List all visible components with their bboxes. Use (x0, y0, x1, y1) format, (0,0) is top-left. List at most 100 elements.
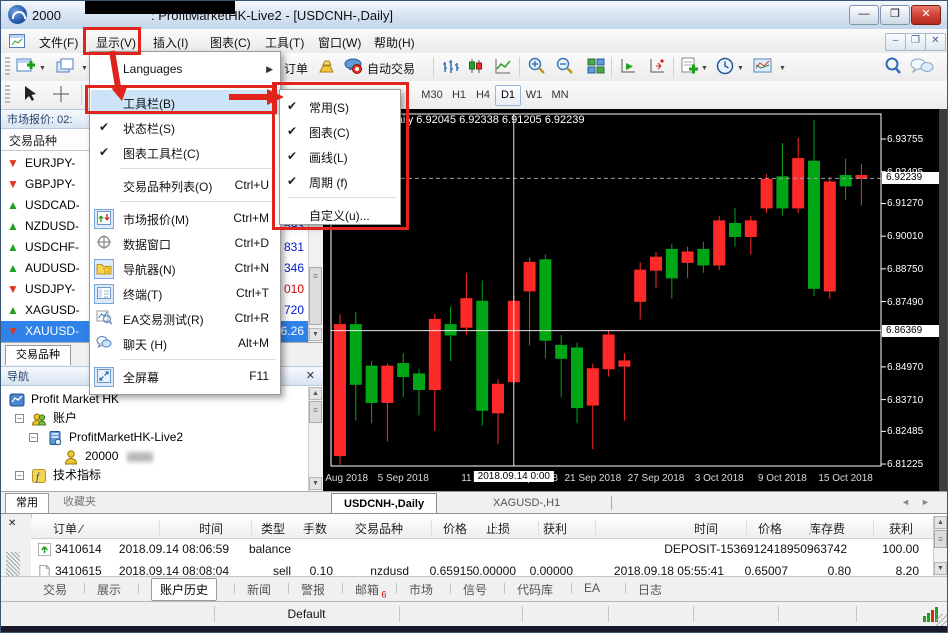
timeframe-H4[interactable]: H4 (471, 85, 495, 106)
zoom-in-icon[interactable] (527, 56, 549, 78)
terminal-tab-6[interactable]: 邮箱 6 (355, 581, 387, 599)
history-row-2[interactable]: 34106152018.09.14 08:08:04sell0.10nzdusd… (31, 561, 933, 576)
view-menu-item-c[interactable]: ✔图表工具栏(C) (91, 140, 279, 165)
templates-dropdown[interactable]: ▼ (779, 65, 786, 72)
chart-window[interactable]: USDCNH-,Daily 6.92045 6.92338 6.91205 6.… (323, 109, 948, 491)
scroll-down-button[interactable]: ▼ (934, 562, 947, 575)
tree-item-2[interactable]: –账户 (1, 409, 301, 428)
terminal-tab-10[interactable]: EA (584, 581, 600, 595)
profiles-icon[interactable] (55, 56, 77, 78)
view-menu-item-n[interactable]: 导航器(N)Ctrl+N (91, 256, 279, 281)
navigator-tab-favorites[interactable]: 收藏夹 (53, 493, 106, 512)
scroll-thumb[interactable] (309, 267, 322, 325)
profiles-dropdown[interactable]: ▼ (81, 65, 88, 72)
history-row-1[interactable]: 34106142018.09.14 08:06:59balanceDEPOSIT… (31, 539, 933, 562)
crosshair-icon[interactable] (51, 84, 73, 106)
periods-icon[interactable] (715, 56, 737, 78)
menubar-item-4[interactable]: 图表(C) (205, 32, 256, 53)
auto-scroll-icon[interactable] (618, 56, 640, 78)
tab-symbols[interactable]: 交易品种 (5, 345, 71, 365)
column-header-9[interactable]: 时间 (694, 520, 718, 537)
column-header-12[interactable]: 获利 (889, 520, 913, 537)
column-header-8[interactable]: 获利 (543, 520, 567, 537)
tile-windows-icon[interactable] (586, 56, 608, 78)
tree-item-3[interactable]: –ProfitMarketHK-Live2 (1, 428, 301, 447)
scroll-up-button[interactable]: ▲ (934, 516, 947, 529)
child-close-button[interactable]: ✕ (925, 33, 946, 51)
column-header-5[interactable]: 交易品种 (355, 520, 403, 537)
view-menu-item-m[interactable]: 市场报价(M)Ctrl+M (91, 206, 279, 231)
terminal-tab-2[interactable]: 展示 (97, 581, 121, 598)
bar-chart-icon[interactable] (441, 56, 463, 78)
scroll-up-button[interactable]: ▲ (309, 387, 322, 400)
scroll-thumb[interactable] (309, 401, 322, 423)
navigator-tab-common[interactable]: 常用 (5, 493, 49, 513)
line-chart-icon[interactable] (493, 56, 515, 78)
terminal-close-icon[interactable]: ✕ (8, 518, 16, 529)
navigator-scrollbar[interactable]: ▲ ▼ (308, 387, 323, 491)
terminal-tab-7[interactable]: 市场 (409, 581, 433, 598)
add-indicator-icon[interactable] (680, 56, 702, 78)
scroll-down-button[interactable]: ▼ (309, 328, 322, 341)
view-menu-item-t[interactable]: 终端(T)Ctrl+T (91, 281, 279, 306)
close-button[interactable]: ✕ (911, 5, 941, 25)
scroll-down-button[interactable]: ▼ (309, 477, 322, 490)
tree-item-4[interactable]: 20000 (1, 447, 301, 466)
view-menu-item-[interactable]: 数据窗口Ctrl+D (91, 231, 279, 256)
column-header-1[interactable]: 订单 ∕ (53, 520, 82, 537)
menubar-item-6[interactable]: 窗口(W) (313, 32, 366, 53)
view-menu-item-o[interactable]: 交易品种列表(O)Ctrl+U (91, 173, 279, 198)
tab-scroll-right-icon[interactable]: ► (921, 497, 930, 507)
gold-icon[interactable] (317, 56, 339, 78)
column-header-7[interactable]: 止损 (486, 520, 510, 537)
timeframe-D1[interactable]: D1 (495, 85, 521, 106)
terminal-scrollbar[interactable]: ▲ ▼ (933, 516, 948, 576)
chart-tab-1[interactable]: USDCNH-,Daily (331, 493, 437, 515)
column-header-10[interactable]: 价格 (758, 520, 782, 537)
templates-icon[interactable] (753, 56, 775, 78)
chart-tab-2[interactable]: XAGUSD-,H1 (481, 493, 572, 513)
search-icon[interactable] (883, 56, 905, 78)
tab-scroll-left-icon[interactable]: ◄ (901, 497, 910, 507)
new-chart-dropdown[interactable]: ▼ (39, 65, 46, 72)
zoom-out-icon[interactable] (555, 56, 577, 78)
new-order-button[interactable]: 订单 (284, 60, 308, 77)
column-header-6[interactable]: 价格 (443, 520, 467, 537)
terminal-tab-1[interactable]: 交易 (43, 581, 67, 598)
tree-expander-icon[interactable]: – (15, 471, 24, 480)
terminal-tab-11[interactable]: 日志 (638, 581, 662, 598)
restore-button[interactable]: ❐ (880, 5, 910, 25)
tree-expander-icon[interactable]: – (15, 414, 24, 423)
profile-indicator[interactable]: Default (214, 607, 399, 621)
terminal-tab-4[interactable]: 新闻 (247, 581, 271, 598)
view-menu-item-[interactable]: 全屏幕F11 (91, 364, 279, 389)
menubar-item-5[interactable]: 工具(T) (260, 32, 309, 53)
chart-shift-icon[interactable] (647, 56, 669, 78)
periods-dropdown[interactable]: ▼ (737, 65, 744, 72)
new-chart-icon[interactable] (15, 56, 37, 78)
menubar-item-7[interactable]: 帮助(H) (369, 32, 420, 53)
navigator-close-icon[interactable]: ✕ (306, 369, 315, 382)
timeframe-M30[interactable]: M30 (417, 85, 447, 106)
terminal-tab-8[interactable]: 信号 (463, 581, 487, 598)
column-header-11[interactable]: 库存费 (809, 520, 845, 537)
candlestick-icon[interactable] (467, 56, 489, 78)
timeframe-H1[interactable]: H1 (447, 85, 471, 106)
add-indicator-dropdown[interactable]: ▼ (701, 65, 708, 72)
terminal-tab-9[interactable]: 代码库 (517, 581, 553, 598)
autotrade-button[interactable]: 自动交易 (367, 60, 415, 77)
pointer-icon[interactable] (19, 84, 41, 106)
column-header-4[interactable]: 手数 (303, 520, 327, 537)
view-menu-item-ear[interactable]: EA交易测试(R)Ctrl+R (91, 306, 279, 331)
terminal-tab-3[interactable]: 账户历史 (151, 578, 217, 601)
timeframe-W1[interactable]: W1 (521, 85, 547, 106)
menubar-item-1[interactable]: 文件(F) (34, 32, 83, 53)
child-minimize-button[interactable]: – (885, 33, 906, 51)
scroll-thumb[interactable] (934, 530, 947, 548)
toolbar-grip[interactable] (5, 57, 10, 77)
view-menu-item-s[interactable]: ✔状态栏(S) (91, 115, 279, 140)
menubar-item-3[interactable]: 插入(I) (148, 32, 193, 53)
view-menu-item-languages[interactable]: Languages▶ (91, 57, 279, 82)
toolbar-grip[interactable] (5, 85, 10, 105)
timeframe-MN[interactable]: MN (547, 85, 573, 106)
